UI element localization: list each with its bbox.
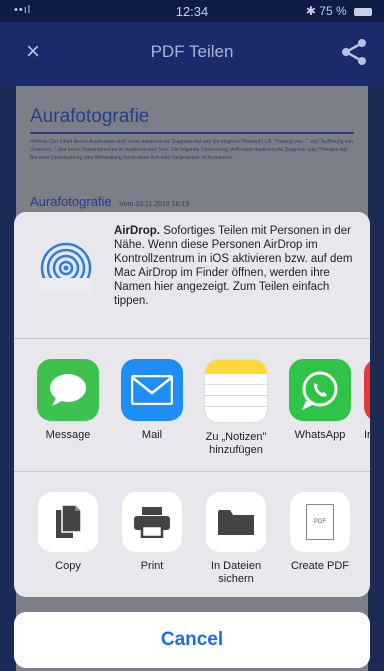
share-actions-row: Copy Print In Dateien sichern PDF Create… bbox=[14, 472, 370, 597]
share-app-label: In bbox=[364, 429, 370, 441]
document-paragraph: Hinweis: Der Inhalt dieses Ausdruckes st… bbox=[30, 139, 353, 161]
page-title: PDF Teilen bbox=[150, 42, 234, 61]
whatsapp-icon bbox=[289, 359, 351, 421]
action-save-to-files[interactable]: In Dateien sichern bbox=[196, 492, 276, 586]
share-app-notes[interactable]: Zu „Notizen" hinzufügen bbox=[196, 359, 276, 457]
bluetooth-icon: ✱ bbox=[305, 4, 316, 18]
action-label: Print bbox=[140, 560, 164, 572]
status-bar: ••ıl 12:34 ✱ 75 % bbox=[0, 0, 384, 22]
action-label: Create PDF bbox=[290, 560, 350, 572]
airdrop-description: AirDrop. Sofortiges Teilen mit Personen … bbox=[114, 224, 359, 308]
pdf-badge: PDF bbox=[306, 504, 334, 540]
notes-icon bbox=[204, 359, 268, 423]
share-sheet: AirDrop. Sofortiges Teilen mit Personen … bbox=[14, 212, 370, 597]
share-app-label: Message bbox=[45, 429, 91, 441]
copy-icon bbox=[38, 492, 98, 552]
pdf-icon: PDF bbox=[290, 492, 350, 552]
document-heading: Aurafotografie bbox=[30, 106, 150, 127]
airdrop-text: Sofortiges Teilen mit Personen in der Nä… bbox=[114, 225, 353, 307]
share-icon[interactable] bbox=[340, 38, 368, 66]
battery-icon bbox=[354, 7, 372, 16]
heading-rule bbox=[30, 132, 354, 134]
battery-level: 75 % bbox=[319, 4, 347, 18]
airdrop-section[interactable]: AirDrop. Sofortiges Teilen mit Personen … bbox=[14, 212, 370, 338]
share-app-label: Mail bbox=[141, 429, 163, 441]
subheading-text: Aurafotografie bbox=[30, 194, 112, 209]
action-label: Copy bbox=[55, 560, 81, 572]
share-app-mail[interactable]: Mail bbox=[112, 359, 192, 442]
document-date: Vom 23.11.2018 16:19 bbox=[119, 201, 190, 208]
partial-app-icon bbox=[364, 359, 370, 421]
airdrop-title: AirDrop. bbox=[114, 225, 160, 237]
share-app-label: WhatsApp bbox=[294, 429, 346, 441]
message-icon bbox=[37, 359, 99, 421]
action-label: In Dateien sichern bbox=[210, 560, 262, 585]
share-apps-row: Message Mail Zu „Notizen" hinzufügen Wha… bbox=[14, 339, 370, 471]
document-subheading: Aurafotografie Vom 23.11.2018 16:19 bbox=[30, 194, 189, 209]
airdrop-icon bbox=[40, 242, 92, 294]
print-icon bbox=[122, 492, 182, 552]
mail-icon bbox=[121, 359, 183, 421]
folder-icon bbox=[206, 492, 266, 552]
battery-indicator: ✱ 75 % bbox=[306, 4, 372, 18]
share-app-partial[interactable]: In bbox=[364, 359, 370, 442]
share-app-label: Zu „Notizen" hinzufügen bbox=[205, 431, 267, 456]
cancel-button[interactable]: Cancel bbox=[14, 612, 370, 668]
action-create-pdf[interactable]: PDF Create PDF bbox=[280, 492, 360, 573]
navigation-bar: × PDF Teilen bbox=[0, 22, 384, 86]
action-copy[interactable]: Copy bbox=[28, 492, 108, 573]
share-app-whatsapp[interactable]: WhatsApp bbox=[280, 359, 360, 442]
share-app-message[interactable]: Message bbox=[28, 359, 108, 442]
action-print[interactable]: Print bbox=[112, 492, 192, 573]
